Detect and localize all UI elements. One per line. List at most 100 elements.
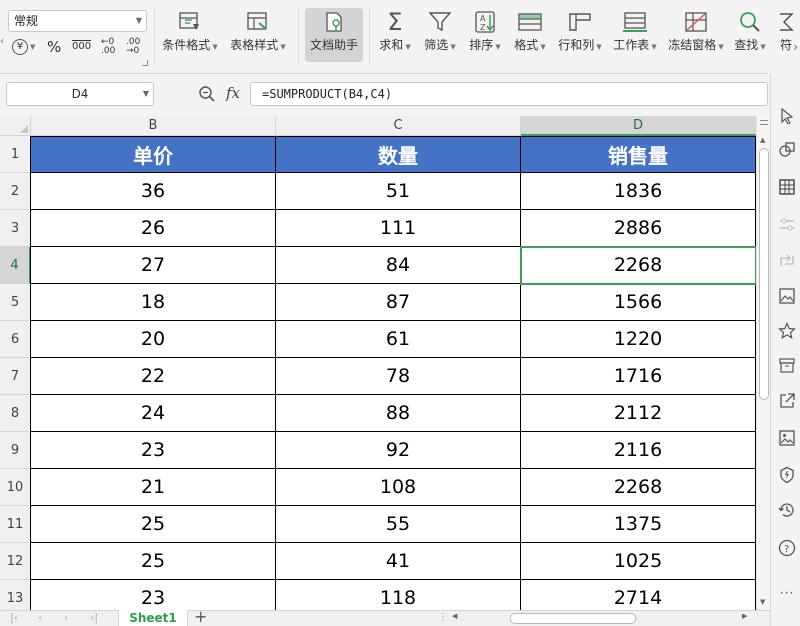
data-cell[interactable]: 23 — [31, 580, 276, 610]
split-handle-icon[interactable] — [760, 120, 768, 125]
prev-sheet-icon[interactable]: ‹ — [38, 611, 42, 625]
transform-icon[interactable] — [778, 252, 796, 270]
add-sheet-icon[interactable]: + — [194, 609, 207, 625]
archive-icon[interactable] — [778, 356, 796, 374]
data-cell[interactable]: 51 — [276, 173, 521, 210]
row-header-10[interactable]: 10 — [0, 469, 31, 506]
select-arrow-icon[interactable] — [778, 107, 796, 125]
tab-splitter-icon[interactable]: ⋮ — [438, 612, 449, 623]
data-cell[interactable]: 18 — [31, 284, 276, 321]
row-header-2[interactable]: 2 — [0, 173, 31, 210]
column-header-b[interactable]: B — [31, 116, 276, 136]
shapes-icon[interactable] — [778, 141, 796, 159]
doc-assistant-button[interactable]: 文档助手 — [305, 8, 363, 62]
data-cell[interactable]: 2714 — [521, 580, 756, 610]
data-cell[interactable]: 20 — [31, 321, 276, 358]
table-grid-icon[interactable] — [778, 178, 796, 196]
row-header-11[interactable]: 11 — [0, 506, 31, 543]
worksheet-button[interactable]: 工作表 ▼ — [610, 8, 660, 62]
data-cell[interactable]: 25 — [31, 506, 276, 543]
filter-button[interactable]: 筛选 ▼ — [420, 8, 460, 62]
data-cell[interactable]: 92 — [276, 432, 521, 469]
currency-format-button[interactable]: ¥ ▼ — [12, 38, 35, 56]
row-header-5[interactable]: 5 — [0, 284, 31, 321]
horizontal-scroll-thumb[interactable] — [510, 613, 636, 624]
sheet-tab-sheet1[interactable]: Sheet1 — [118, 610, 188, 626]
ribbon-scroll-right-icon[interactable]: › — [793, 40, 798, 54]
table-style-button[interactable]: 表格样式 ▼ — [228, 8, 288, 62]
picture-icon[interactable] — [778, 429, 796, 447]
data-cell[interactable]: 1836 — [521, 173, 756, 210]
data-cell[interactable]: 88 — [276, 395, 521, 432]
data-cell[interactable]: 23 — [31, 432, 276, 469]
decrease-decimal-button[interactable]: .00 →0 — [126, 38, 142, 56]
row-header-4[interactable]: 4 — [0, 247, 31, 284]
column-header-d[interactable]: D — [521, 116, 756, 136]
data-cell[interactable]: 1716 — [521, 358, 756, 395]
row-header-8[interactable]: 8 — [0, 395, 31, 432]
sort-button[interactable]: AZ 排序 ▼ — [465, 8, 505, 62]
last-sheet-icon[interactable]: ›| — [90, 611, 98, 625]
data-cell[interactable]: 21 — [31, 469, 276, 506]
share-icon[interactable] — [778, 392, 796, 410]
next-sheet-icon[interactable]: › — [64, 611, 68, 625]
data-cell[interactable]: 2268 — [521, 469, 756, 506]
data-cell[interactable]: 1025 — [521, 543, 756, 580]
number-format-select[interactable]: 常规 ▼ — [8, 10, 147, 32]
image-gallery-icon[interactable] — [778, 287, 796, 305]
backup-icon[interactable] — [778, 501, 796, 519]
data-cell[interactable]: 41 — [276, 543, 521, 580]
row-header-9[interactable]: 9 — [0, 432, 31, 469]
header-cell[interactable]: 数量 — [276, 136, 521, 173]
conditional-format-button[interactable]: 条件格式 ▼ — [160, 8, 220, 62]
thousands-separator-button[interactable]: 000 — [72, 38, 91, 56]
data-cell[interactable]: 55 — [276, 506, 521, 543]
data-cell[interactable]: 2268 — [521, 247, 756, 284]
scroll-down-icon[interactable]: ▼ — [760, 598, 765, 606]
vertical-scrollbar[interactable]: ▲ ▼ — [756, 116, 770, 610]
insert-function-icon[interactable]: fx — [226, 84, 240, 102]
help-icon[interactable]: ? — [778, 539, 796, 557]
data-cell[interactable]: 2112 — [521, 395, 756, 432]
increase-decimal-button[interactable]: ←0 .00 — [101, 38, 117, 56]
data-cell[interactable]: 2886 — [521, 210, 756, 247]
data-cell[interactable]: 26 — [31, 210, 276, 247]
row-header-1[interactable]: 1 — [0, 136, 31, 173]
zoom-formula-icon[interactable] — [198, 85, 216, 107]
header-cell[interactable]: 销售量 — [521, 136, 756, 173]
data-cell[interactable]: 25 — [31, 543, 276, 580]
scroll-right-icon[interactable]: ▶ — [742, 612, 747, 620]
freeze-panes-button[interactable]: 冻结窗格 ▼ — [666, 8, 726, 62]
data-cell[interactable]: 36 — [31, 173, 276, 210]
star-icon[interactable] — [778, 322, 796, 340]
settings-sliders-icon[interactable] — [778, 216, 796, 234]
data-cell[interactable]: 24 — [31, 395, 276, 432]
sum-button[interactable]: Σ 求和 ▼ — [375, 8, 415, 62]
first-sheet-icon[interactable]: |‹ — [10, 611, 18, 625]
data-cell[interactable]: 61 — [276, 321, 521, 358]
more-icon[interactable]: ··· — [778, 584, 796, 602]
data-cell[interactable]: 84 — [276, 247, 521, 284]
data-cell[interactable]: 1220 — [521, 321, 756, 358]
row-header-12[interactable]: 12 — [0, 543, 31, 580]
rows-cols-button[interactable]: 行和列 ▼ — [555, 8, 605, 62]
row-header-3[interactable]: 3 — [0, 210, 31, 247]
ribbon-collapse-left-icon[interactable]: ‹ — [0, 36, 4, 47]
data-cell[interactable]: 22 — [31, 358, 276, 395]
name-box[interactable]: D4 ▼ — [6, 82, 154, 106]
select-all-corner[interactable] — [0, 116, 31, 136]
scroll-left-icon[interactable]: ◀ — [452, 612, 457, 620]
header-cell[interactable]: 单价 — [31, 136, 276, 173]
scroll-up-icon[interactable]: ▲ — [760, 136, 765, 144]
data-cell[interactable]: 1375 — [521, 506, 756, 543]
formula-input[interactable]: =SUMPRODUCT(B4,C4) — [250, 82, 768, 106]
find-button[interactable]: 查找 ▼ — [732, 8, 768, 62]
data-cell[interactable]: 27 — [31, 247, 276, 284]
column-header-c[interactable]: C — [276, 116, 521, 136]
data-cell[interactable]: 108 — [276, 469, 521, 506]
dialog-launcher-icon[interactable] — [142, 60, 148, 66]
row-header-13[interactable]: 13 — [0, 580, 31, 610]
data-cell[interactable]: 111 — [276, 210, 521, 247]
vertical-scroll-thumb[interactable] — [759, 148, 769, 400]
row-header-7[interactable]: 7 — [0, 358, 31, 395]
